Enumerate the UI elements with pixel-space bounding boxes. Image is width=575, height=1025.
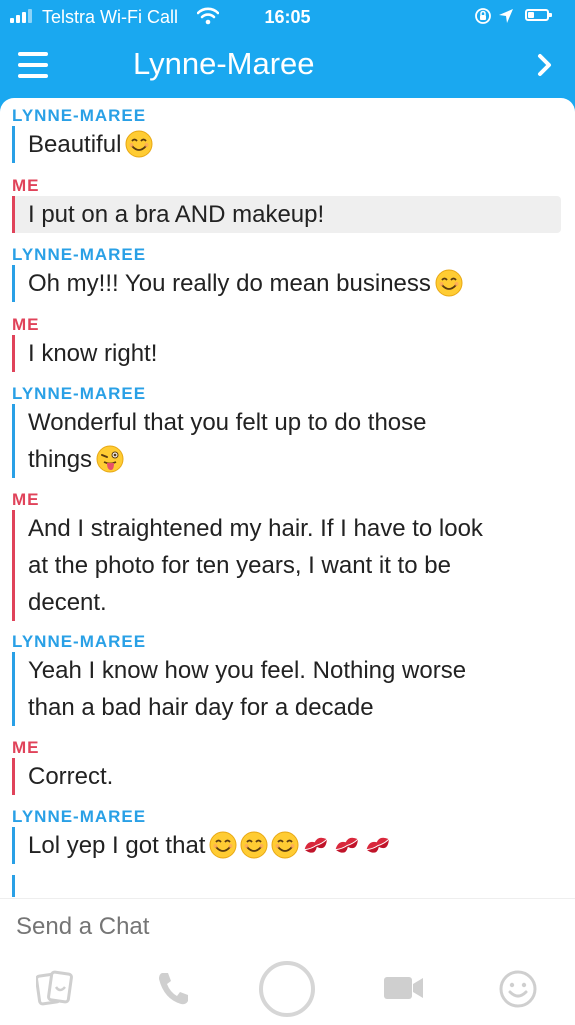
- message-line: Yeah I know how you feel. Nothing worse: [28, 657, 467, 684]
- sender-label: LYNNE-MAREE: [12, 245, 147, 264]
- message-text-saved[interactable]: I put on a bra AND makeup!: [12, 196, 561, 233]
- message-text: Beautiful: [12, 126, 561, 163]
- sender-label: ME: [12, 315, 40, 334]
- chat-title[interactable]: Lynne-Maree: [133, 46, 315, 82]
- smiley-icon[interactable]: [498, 969, 538, 1009]
- message-body: Lol yep I got that: [28, 832, 206, 859]
- winking-tongue-face-icon: [96, 445, 124, 473]
- message-text: And I straightened my hair. If I have to…: [12, 510, 561, 621]
- message-body: I know right!: [28, 340, 158, 367]
- message-text: Wonderful that you felt up to do those t…: [12, 404, 561, 478]
- message-line: And I straightened my hair. If I have to…: [28, 515, 483, 542]
- message-body: Beautiful: [28, 131, 122, 158]
- message-line: at the photo for ten years, I want it to…: [28, 552, 451, 579]
- kiss-mark-icon: [336, 837, 359, 853]
- smiling-face-icon: [240, 831, 268, 859]
- smiling-face-icon: [209, 831, 237, 859]
- chat-header: Lynne-Maree: [0, 34, 575, 96]
- message-body: Correct.: [28, 763, 114, 790]
- sender-label: LYNNE-MAREE: [12, 106, 147, 125]
- menu-icon[interactable]: [18, 52, 48, 78]
- memories-cards-icon[interactable]: [36, 969, 74, 1009]
- video-camera-icon[interactable]: [382, 969, 426, 1007]
- message-text: I know right!: [12, 335, 561, 372]
- message-text: Oh my!!! You really do mean business: [12, 265, 561, 302]
- message-text: Lol yep I got that: [12, 827, 561, 864]
- sender-label: LYNNE-MAREE: [12, 632, 147, 651]
- chat-composer: [0, 898, 575, 1025]
- message-text: Correct.: [12, 758, 561, 795]
- phone-icon[interactable]: [155, 969, 191, 1007]
- message-text: Yeah I know how you feel. Nothing worse …: [12, 652, 561, 726]
- kiss-mark-icon: [367, 837, 390, 853]
- message-body: I put on a bra AND makeup!: [28, 201, 325, 228]
- battery-icon: [525, 9, 552, 21]
- message-body: Oh my!!! You really do mean business: [28, 270, 431, 297]
- typing-indicator-line: [12, 875, 15, 897]
- smiling-face-icon: [435, 269, 463, 297]
- chevron-right-icon[interactable]: [530, 50, 560, 80]
- message-line: Wonderful that you felt up to do those: [28, 409, 427, 436]
- rotation-lock-icon: [475, 8, 491, 24]
- sender-label: ME: [12, 738, 40, 757]
- message-line: decent.: [28, 589, 107, 616]
- capture-button[interactable]: [259, 961, 315, 1017]
- kiss-mark-icon: [305, 837, 328, 853]
- chat-messages[interactable]: LYNNE-MAREE Beautiful ME I put on a bra …: [0, 98, 575, 898]
- sender-label: ME: [12, 176, 40, 195]
- message-line: than a bad hair day for a decade: [28, 694, 374, 721]
- sender-label: ME: [12, 490, 40, 509]
- sender-label: LYNNE-MAREE: [12, 807, 147, 826]
- send-chat-input[interactable]: [16, 913, 436, 941]
- sender-label: LYNNE-MAREE: [12, 384, 147, 403]
- smiling-face-icon: [271, 831, 299, 859]
- location-arrow-icon: [499, 9, 513, 23]
- message-line: things: [28, 446, 93, 473]
- smiling-face-icon: [125, 130, 153, 158]
- status-bar: Telstra Wi-Fi Call 16:05: [0, 0, 575, 34]
